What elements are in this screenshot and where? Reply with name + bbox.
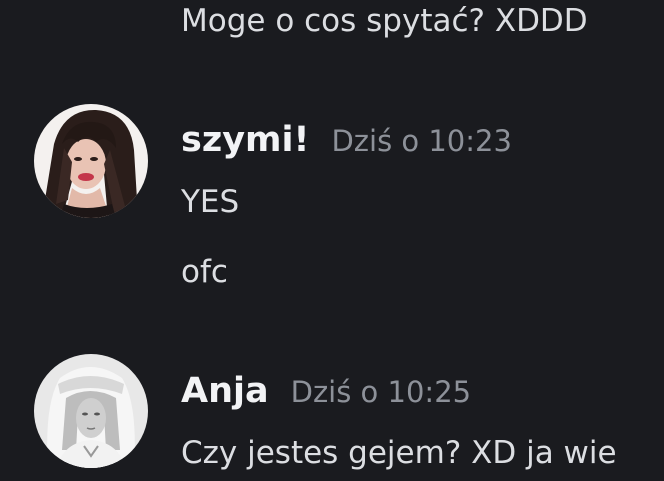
timestamp[interactable]: Dziś o 10:23 [331, 119, 511, 163]
username[interactable]: Anja [181, 369, 269, 413]
timestamp[interactable]: Dziś o 10:25 [291, 370, 471, 414]
message-text: Czy jestes gejem? XD ja wie [181, 435, 617, 471]
message-header-anja: Anja Dziś o 10:25 [181, 369, 471, 414]
user-avatar-dark-hair-icon [34, 104, 148, 218]
user-avatar-white-hood-icon [34, 354, 148, 468]
chat-message-list: Moge o cos spytać? XDDD szymi! Dziś o 10… [0, 0, 664, 481]
username[interactable]: szymi! [181, 118, 309, 162]
message-text: ofc [181, 254, 228, 290]
user-avatar-szymi[interactable] [34, 104, 148, 218]
message-text: Moge o cos spytać? XDDD [181, 3, 588, 39]
message-text: YES [181, 184, 240, 220]
message-header-szymi: szymi! Dziś o 10:23 [181, 118, 512, 163]
user-avatar-anja[interactable] [34, 354, 148, 468]
